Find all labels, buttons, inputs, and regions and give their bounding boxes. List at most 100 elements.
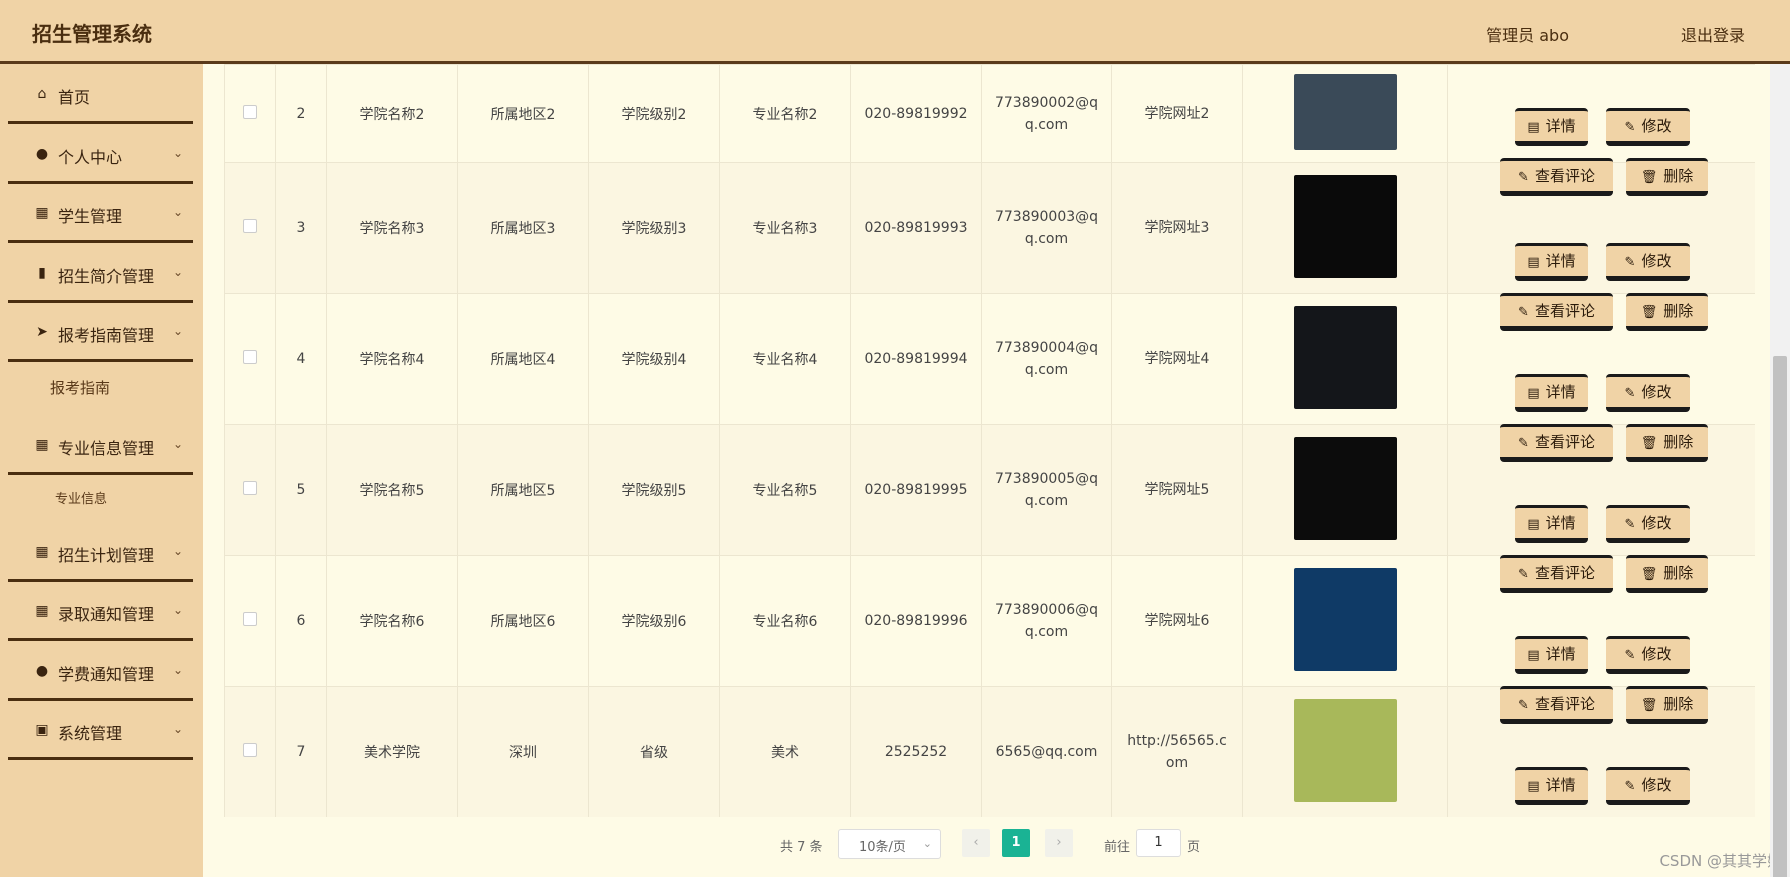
pencil-icon: ✎	[1624, 255, 1636, 270]
sidebar-item-plan[interactable]: ▦ 招生计划管理 ⌄	[8, 526, 193, 582]
sidebar-item-tuition[interactable]: ● 学费通知管理 ⌄	[8, 645, 193, 701]
document-icon: ▤	[1527, 517, 1540, 532]
detail-button[interactable]: ▤ 详情	[1515, 636, 1588, 674]
view-comments-button[interactable]: ✎ 查看评论	[1500, 424, 1613, 462]
scrollbar[interactable]	[1770, 64, 1790, 877]
view-comments-button[interactable]: ✎ 查看评论	[1500, 555, 1613, 593]
trash-icon: 🗑	[1640, 698, 1658, 713]
college-website: 学院网址2	[1111, 64, 1243, 163]
sidebar-item-profile[interactable]: ● 个人中心 ⌄	[8, 128, 193, 184]
edit-button[interactable]: ✎ 修改	[1606, 374, 1690, 412]
table-cell	[224, 64, 276, 163]
sidebar-item-home[interactable]: ⌂ 首页	[8, 68, 193, 124]
sidebar-item-label: 招生简介管理	[58, 267, 155, 286]
detail-button[interactable]: ▤ 详情	[1515, 243, 1588, 281]
view-comments-button[interactable]: ✎ 查看评论	[1500, 293, 1613, 331]
logout-link[interactable]: 退出登录	[1681, 22, 1745, 46]
college-region: 所属地区6	[457, 555, 589, 687]
college-image	[1293, 305, 1397, 409]
row-checkbox[interactable]	[243, 219, 257, 233]
major-name: 专业名称3	[719, 162, 851, 294]
row-index: 6	[275, 555, 327, 687]
clipboard-icon: ▣	[35, 722, 49, 738]
college-phone: 020-89819996	[850, 555, 982, 687]
button-label: 查看评论	[1534, 166, 1595, 185]
delete-button[interactable]: 🗑 删除	[1626, 686, 1708, 724]
edit-button[interactable]: ✎ 修改	[1606, 636, 1690, 674]
college-image	[1293, 73, 1397, 150]
college-name: 美术学院	[326, 686, 458, 817]
chevron-down-icon: ⌄	[172, 437, 183, 451]
button-label: 详情	[1545, 514, 1576, 532]
submenu-guide[interactable]: 报考指南	[50, 377, 110, 398]
current-page-button[interactable]: 1	[1002, 829, 1030, 857]
delete-button[interactable]: 🗑 删除	[1626, 157, 1708, 196]
delete-button[interactable]: 🗑 删除	[1626, 555, 1708, 593]
detail-button[interactable]: ▤ 详情	[1515, 505, 1588, 543]
table-cell	[224, 555, 276, 687]
document-icon: ▤	[1527, 255, 1540, 270]
sidebar-item-students[interactable]: ▦ 学生管理 ⌄	[8, 187, 193, 243]
table-row: 2 学院名称2 所属地区2 学院级别2 专业名称2 020-89819992 7738900…	[224, 64, 1755, 196]
row-index: 2	[275, 64, 327, 163]
pencil-icon: ✎	[1518, 169, 1529, 185]
sidebar-item-admission[interactable]: ▦ 录取通知管理 ⌄	[8, 585, 193, 641]
pencil-icon: ✎	[1624, 779, 1636, 794]
detail-button[interactable]: ▤ 详情	[1515, 107, 1588, 146]
college-email: 773890004@qq.com	[981, 293, 1112, 425]
pencil-icon: ✎	[1518, 305, 1529, 320]
row-checkbox[interactable]	[243, 612, 257, 626]
prev-page-button[interactable]: ‹	[962, 829, 990, 857]
sidebar-item-system[interactable]: ▣ 系统管理 ⌄	[8, 704, 193, 760]
row-checkbox[interactable]	[243, 743, 257, 757]
sidebar-item-guide[interactable]: ➤ 报考指南管理 ⌄	[8, 306, 193, 362]
submenu-major[interactable]: 专业信息	[55, 488, 107, 507]
trash-icon: 🗑	[1640, 169, 1658, 185]
detail-button[interactable]: ▤ 详情	[1515, 767, 1588, 805]
button-label: 详情	[1545, 776, 1576, 794]
college-name: 学院名称5	[326, 424, 458, 556]
college-phone: 020-89819994	[850, 293, 982, 425]
chevron-down-icon: ⌄	[172, 324, 183, 338]
document-icon: ▤	[1527, 386, 1540, 401]
chevron-down-icon: ⌄	[172, 663, 183, 677]
grid-icon: ▦	[35, 603, 49, 619]
view-comments-button[interactable]: ✎ 查看评论	[1500, 686, 1613, 724]
major-name: 专业名称4	[719, 293, 851, 425]
edit-button[interactable]: ✎ 修改	[1606, 243, 1690, 281]
chevron-down-icon: ⌄	[172, 205, 183, 219]
college-name: 学院名称6	[326, 555, 458, 687]
delete-button[interactable]: 🗑 删除	[1626, 424, 1708, 462]
major-name: 专业名称6	[719, 555, 851, 687]
sidebar-item-label: 招生计划管理	[58, 546, 155, 565]
college-website: 学院网址6	[1111, 555, 1243, 687]
view-comments-button[interactable]: ✎ 查看评论	[1500, 157, 1613, 196]
edit-button[interactable]: ✎ 修改	[1606, 505, 1690, 543]
button-label: 删除	[1663, 302, 1694, 320]
goto-page-input[interactable]: 1	[1136, 829, 1181, 857]
edit-button[interactable]: ✎ 修改	[1606, 107, 1690, 146]
send-icon: ➤	[36, 324, 48, 340]
pencil-icon: ✎	[1518, 436, 1529, 451]
sidebar-item-label: 学生管理	[58, 207, 123, 226]
row-checkbox[interactable]	[243, 350, 257, 364]
delete-button[interactable]: 🗑 删除	[1626, 293, 1708, 331]
row-checkbox[interactable]	[243, 481, 257, 495]
major-name: 美术	[719, 686, 851, 817]
college-image	[1293, 698, 1397, 802]
row-checkbox[interactable]	[243, 104, 257, 119]
scrollbar-thumb[interactable]	[1773, 356, 1787, 877]
college-region: 所属地区2	[457, 64, 589, 163]
page-suffix: 页	[1187, 840, 1201, 855]
app-title: 招生管理系统	[32, 22, 152, 46]
college-name: 学院名称4	[326, 293, 458, 425]
pencil-icon: ✎	[1624, 517, 1636, 532]
next-page-button[interactable]: ›	[1045, 829, 1073, 857]
college-name: 学院名称3	[326, 162, 458, 294]
college-phone: 020-89819995	[850, 424, 982, 556]
detail-button[interactable]: ▤ 详情	[1515, 374, 1588, 412]
sidebar-item-intro[interactable]: ▮ 招生简介管理 ⌄	[8, 247, 193, 303]
sidebar-item-major[interactable]: ▦ 专业信息管理 ⌄	[8, 419, 193, 475]
page-size-select[interactable]: 10条/页 ⌄	[838, 829, 941, 859]
edit-button[interactable]: ✎ 修改	[1606, 767, 1690, 805]
